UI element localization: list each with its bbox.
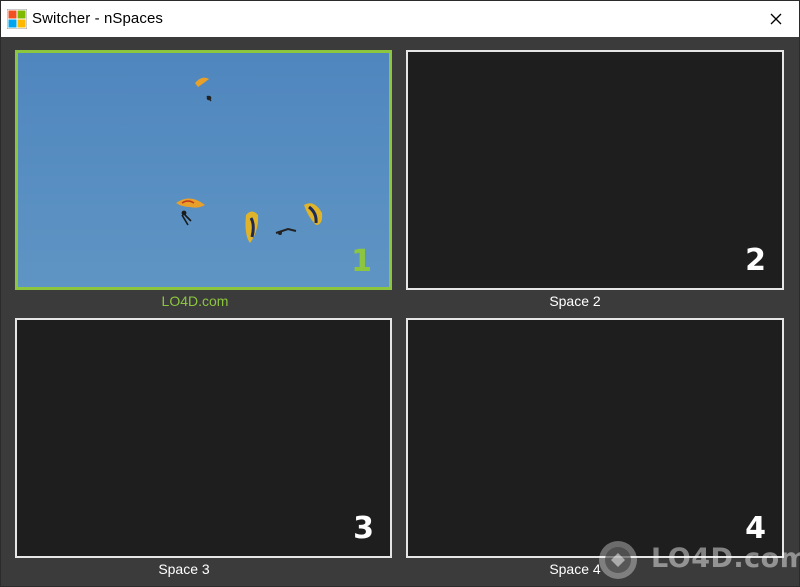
switcher-window: Switcher - nSpaces 1 LO4D.com 2 Space 2 … bbox=[0, 0, 800, 587]
space-number: 3 bbox=[353, 511, 374, 546]
space-number: 1 bbox=[351, 244, 372, 279]
space-2-thumbnail[interactable]: 2 bbox=[406, 50, 784, 290]
lo4d-watermark: LO4D.com bbox=[595, 539, 800, 581]
space-3-thumbnail[interactable]: 3 bbox=[15, 318, 392, 558]
watermark-text: LO4D.com bbox=[651, 543, 800, 574]
lo4d-logo-icon bbox=[599, 541, 637, 579]
title-bar[interactable]: Switcher - nSpaces bbox=[1, 1, 799, 37]
space-2-label: Space 2 bbox=[549, 293, 601, 309]
close-button[interactable] bbox=[753, 1, 799, 37]
space-4-thumbnail[interactable]: 4 bbox=[406, 318, 784, 558]
space-number: 2 bbox=[745, 243, 766, 278]
desktop-wallpaper-image bbox=[18, 53, 389, 287]
window-title: Switcher - nSpaces bbox=[32, 10, 164, 27]
close-icon bbox=[770, 13, 782, 25]
windows-logo-icon bbox=[7, 9, 27, 29]
space-1-label: LO4D.com bbox=[161, 293, 229, 309]
space-3-label: Space 3 bbox=[158, 561, 210, 577]
space-1-thumbnail[interactable]: 1 bbox=[15, 50, 392, 290]
